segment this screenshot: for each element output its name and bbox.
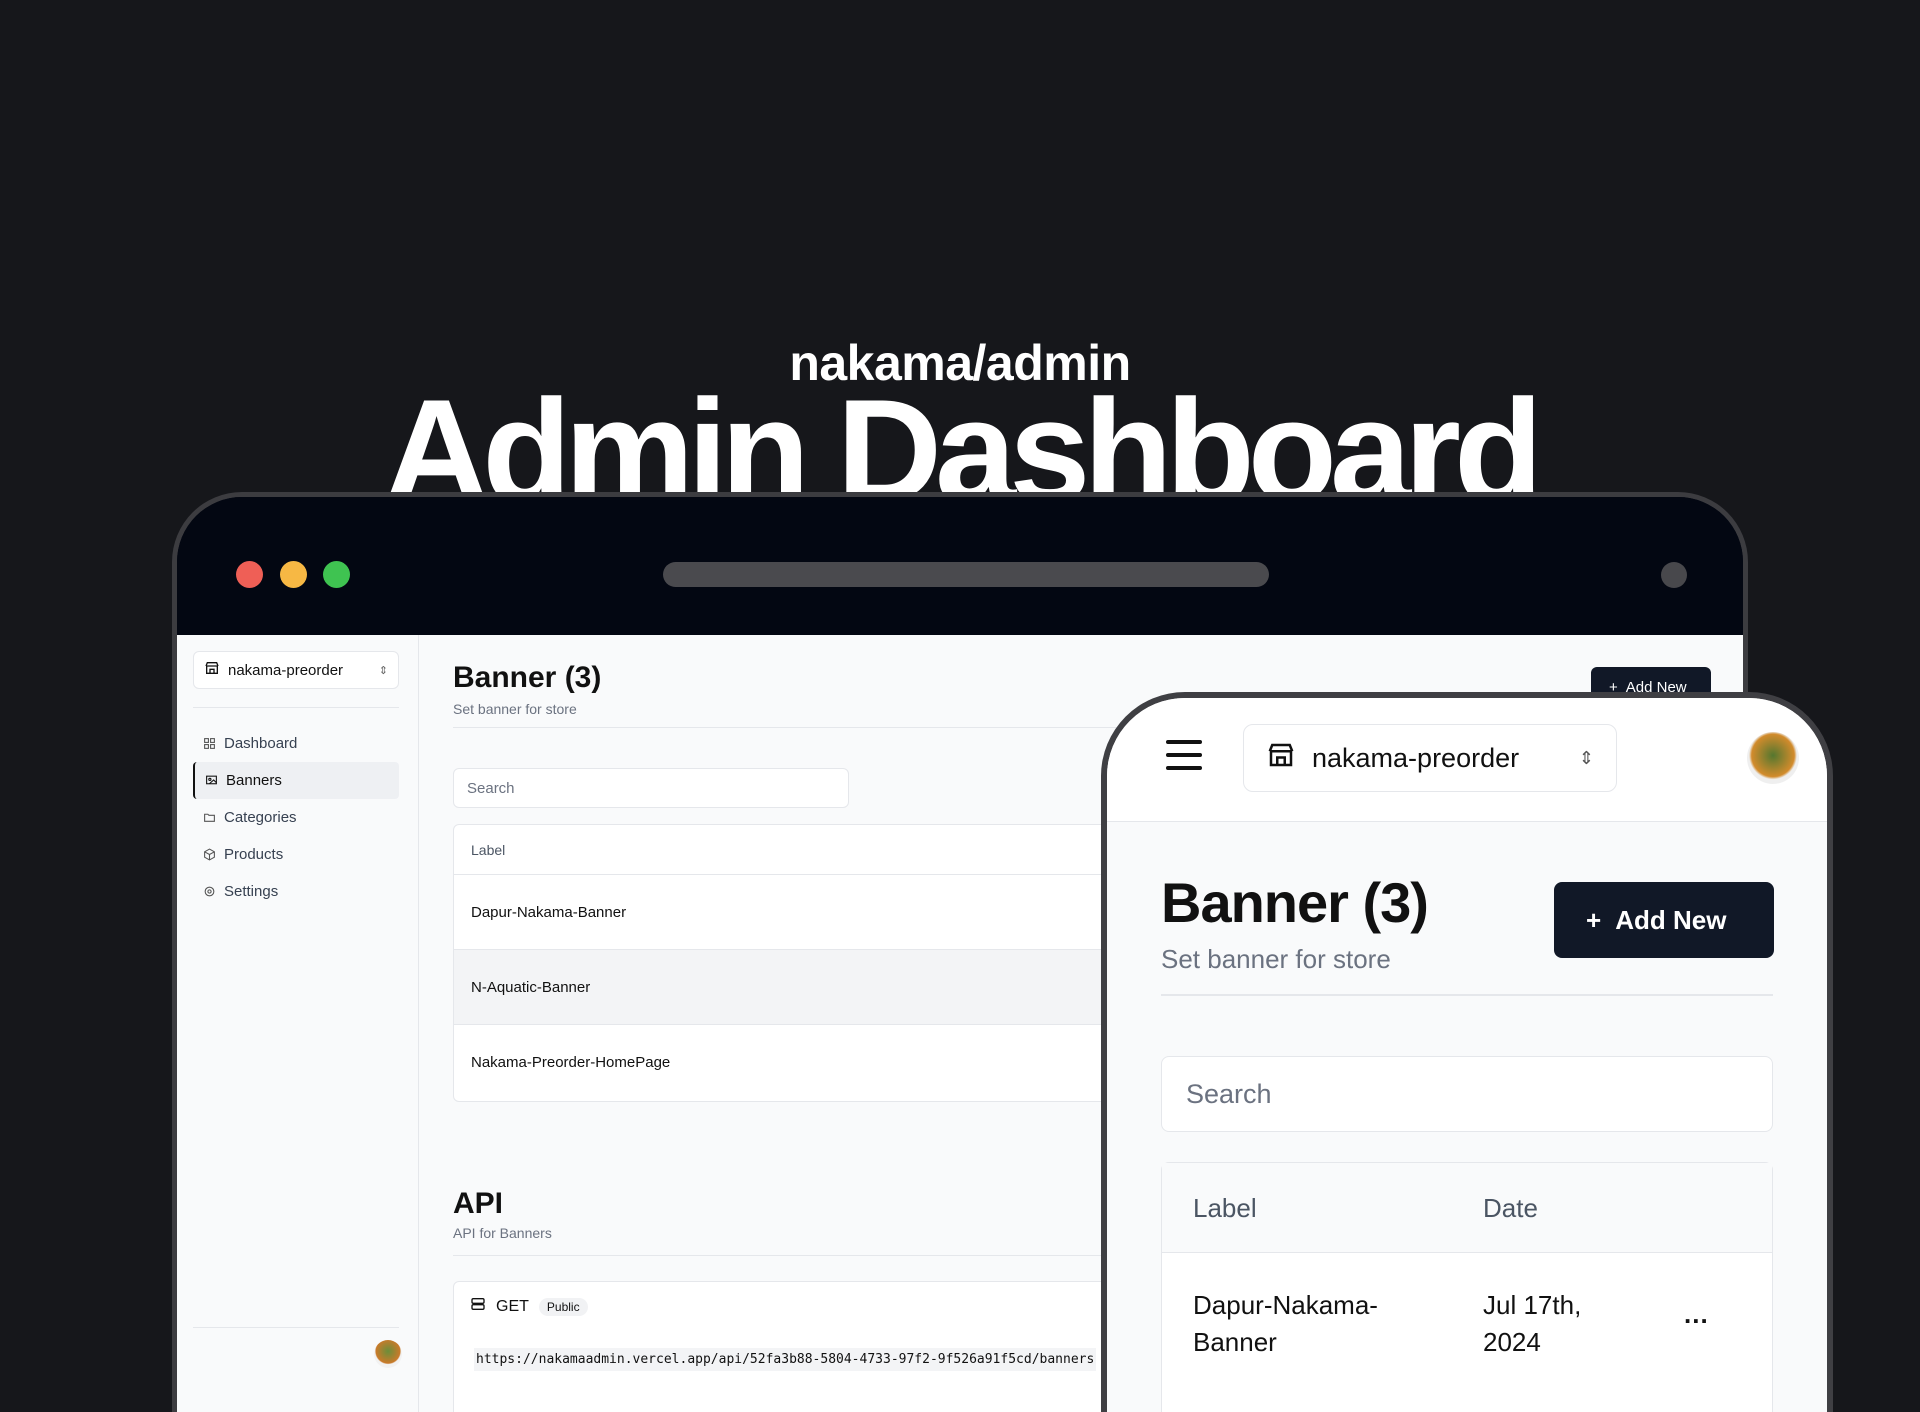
add-new-button[interactable]: + Add New xyxy=(1554,882,1774,958)
sidebar-item-label: Products xyxy=(224,846,284,863)
page-subtitle: Set banner for store xyxy=(453,701,577,717)
sidebar-item-label: Settings xyxy=(224,883,279,900)
mobile-store-switcher[interactable]: nakama-preorder ⇕ xyxy=(1243,724,1617,792)
more-actions-icon[interactable]: ... xyxy=(1684,1299,1709,1330)
store-icon xyxy=(1266,740,1296,777)
sidebar-item-categories[interactable]: Categories xyxy=(193,799,399,836)
sidebar-item-label: Categories xyxy=(224,809,297,826)
sidebar-item-label: Banners xyxy=(226,772,282,789)
page-title: Banner (3) xyxy=(1161,871,1429,934)
gear-icon xyxy=(202,885,216,899)
chevron-up-down-icon: ⇕ xyxy=(1578,747,1594,768)
search-input[interactable]: Search xyxy=(1161,1056,1773,1132)
maximize-window-button[interactable] xyxy=(323,561,350,588)
plus-icon: + xyxy=(1586,904,1602,935)
page-title: Banner (3) xyxy=(453,661,602,694)
sidebar-item-dashboard[interactable]: Dashboard xyxy=(193,725,399,762)
package-icon xyxy=(202,848,216,862)
search-input[interactable]: Search xyxy=(453,768,849,808)
row-label: Dapur-Nakama-Banner xyxy=(1193,1290,1378,1357)
banner-table: Label Date Dapur-Nakama-Banner Jul 17th,… xyxy=(1161,1162,1773,1412)
sidebar-item-label: Dashboard xyxy=(224,735,298,752)
store-icon xyxy=(204,660,220,680)
public-badge: Public xyxy=(538,1297,588,1316)
avatar[interactable] xyxy=(1747,732,1799,784)
grid-icon xyxy=(202,737,216,751)
row-date: Jul 17th, 2024 xyxy=(1483,1290,1582,1357)
folder-icon xyxy=(202,811,216,825)
address-bar[interactable] xyxy=(663,562,1269,587)
sidebar-item-products[interactable]: Products xyxy=(193,836,399,873)
chevron-up-down-icon: ⇕ xyxy=(378,664,388,677)
api-method: GET xyxy=(496,1297,529,1315)
header-divider xyxy=(1161,994,1773,996)
minimize-window-button[interactable] xyxy=(280,561,307,588)
sidebar: nakama-preorder ⇕ Dashboard Banners Cate… xyxy=(177,635,419,1412)
mobile-main-content: Banner (3) Set banner for store + Add Ne… xyxy=(1107,822,1827,1412)
sidebar-divider xyxy=(193,1327,399,1328)
api-title: API xyxy=(453,1187,504,1220)
camera-dot xyxy=(1661,562,1687,588)
api-url: https://nakamaadmin.vercel.app/api/52fa3… xyxy=(474,1348,1097,1371)
add-new-label: Add New xyxy=(1615,904,1727,935)
mobile-top-bar: nakama-preorder ⇕ xyxy=(1107,698,1827,822)
browser-title-bar xyxy=(177,497,1743,635)
api-subtitle: API for Banners xyxy=(453,1225,552,1241)
sidebar-divider xyxy=(193,707,399,708)
hero-title: Admin Dashboard xyxy=(383,376,1543,494)
menu-icon[interactable] xyxy=(1166,740,1202,770)
avatar[interactable] xyxy=(374,1340,402,1368)
api-card-header: GET Public xyxy=(470,1296,588,1317)
server-icon xyxy=(470,1296,486,1317)
table-header: Label Date xyxy=(1162,1163,1772,1253)
image-icon xyxy=(204,774,218,788)
store-switcher[interactable]: nakama-preorder ⇕ xyxy=(193,651,399,689)
table-header-label: Label xyxy=(1193,1193,1257,1223)
store-switcher-label: nakama-preorder xyxy=(228,661,344,679)
store-switcher-label: nakama-preorder xyxy=(1312,742,1520,773)
sidebar-item-settings[interactable]: Settings xyxy=(193,873,399,910)
sidebar-item-banners[interactable]: Banners xyxy=(193,762,399,799)
table-header-date: Date xyxy=(1483,1193,1538,1223)
page-subtitle: Set banner for store xyxy=(1161,944,1391,974)
close-window-button[interactable] xyxy=(236,561,263,588)
phone-frame: nakama-preorder ⇕ Banner (3) Set banner … xyxy=(1101,692,1833,1412)
